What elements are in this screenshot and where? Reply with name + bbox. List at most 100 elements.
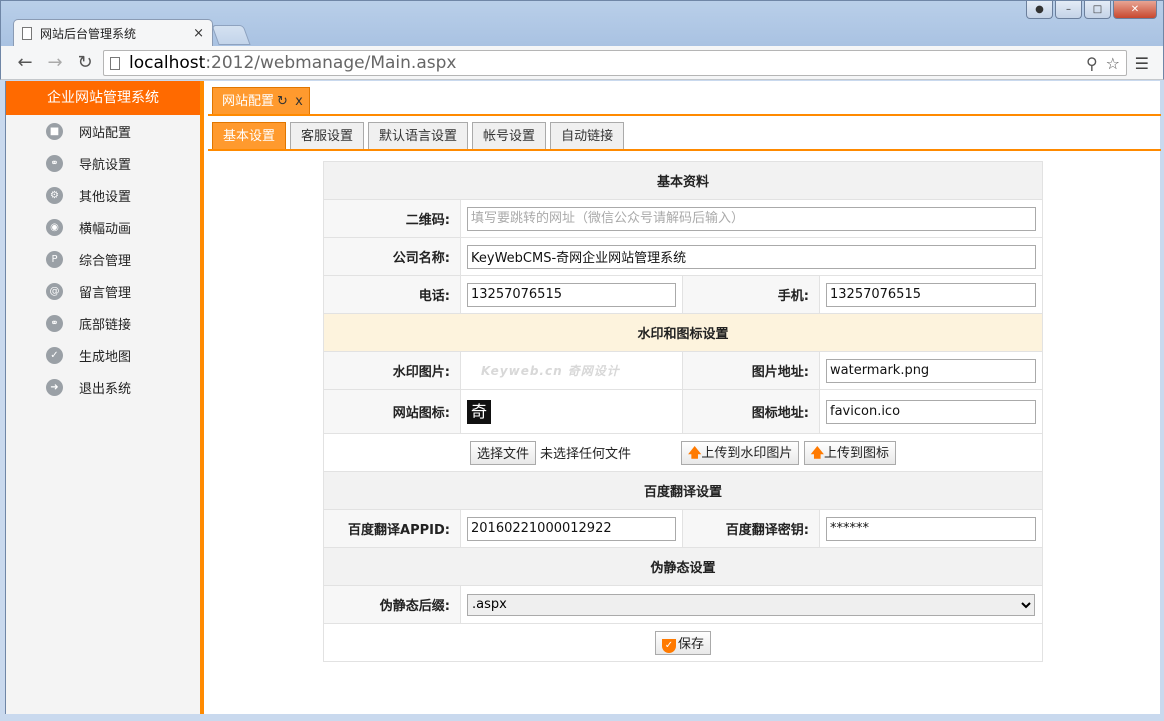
tab-account[interactable]: 帐号设置 xyxy=(472,122,547,149)
page-tabs: 网站配置 ↻ x xyxy=(208,81,1161,116)
sidebar-item-label: 导航设置 xyxy=(79,157,132,173)
camera-icon: ◉ xyxy=(46,218,63,236)
mobile-input[interactable] xyxy=(826,282,1036,307)
section-heading: 基本资料 xyxy=(323,161,1043,200)
key-icon[interactable]: ⚲ xyxy=(1086,54,1098,73)
sidebar-item-site-config[interactable]: ■ 网站配置 xyxy=(6,115,200,147)
browser-titlebar: 网站后台管理系统 × ● – □ ✕ xyxy=(0,0,1164,47)
mobile-label: 手机: xyxy=(682,275,820,314)
sidebar-item-label: 留言管理 xyxy=(79,285,132,301)
appid-input[interactable] xyxy=(467,516,676,541)
star-icon[interactable]: ☆ xyxy=(1106,54,1120,73)
back-icon[interactable]: ← xyxy=(13,51,37,75)
phone-label: 电话: xyxy=(323,275,461,314)
icon-address-input[interactable] xyxy=(826,399,1036,424)
watermark-image: Keyweb.cn 奇网设计 xyxy=(481,364,620,378)
window-bottom-border xyxy=(0,714,1164,721)
upload-icon-button[interactable]: 🡅上传到图标 xyxy=(803,440,896,465)
sidebar-item-label: 横幅动画 xyxy=(79,221,132,237)
button-label: 上传到图标 xyxy=(823,445,889,461)
tab-customer-service[interactable]: 客服设置 xyxy=(290,122,365,149)
appid-label: 百度翻译APPID: xyxy=(323,509,461,548)
minimize-button[interactable]: – xyxy=(1055,1,1082,19)
sidebar-item-nav[interactable]: ⚭ 导航设置 xyxy=(6,147,200,179)
image-address-input[interactable] xyxy=(826,358,1036,383)
sidebar-item-logout[interactable]: ➜ 退出系统 xyxy=(6,371,200,403)
suffix-label: 伪静态后缀: xyxy=(323,585,461,624)
upload-watermark-button[interactable]: 🡅上传到水印图片 xyxy=(681,440,800,465)
shield-icon: ✓ xyxy=(661,638,676,653)
section-heading: 百度翻译设置 xyxy=(323,471,1043,510)
sidebar-item-footer-links[interactable]: ⚭ 底部链接 xyxy=(6,307,200,339)
upload-arrow-icon: 🡅 xyxy=(810,445,824,461)
sidebar-item-other[interactable]: ⚙ 其他设置 xyxy=(6,179,200,211)
sidebar-item-general[interactable]: P 综合管理 xyxy=(6,243,200,275)
tab-site-config[interactable]: 网站配置 ↻ x xyxy=(212,87,310,114)
save-row: ✓ 保存 xyxy=(323,623,1043,662)
sidebar-title: 企业网站管理系统 xyxy=(6,81,200,115)
settings-icon: ■ xyxy=(46,122,63,140)
menu-icon[interactable]: ☰ xyxy=(1135,54,1149,73)
settings-form: 基本资料 二维码: 公司名称: 电话: 手机: 水印和图标设置 水印图片: xyxy=(323,161,1043,662)
section-heading: 水印和图标设置 xyxy=(323,313,1043,352)
sidebar-item-label: 综合管理 xyxy=(79,253,132,269)
favicon-label: 网站图标: xyxy=(323,389,461,434)
tab-basic-settings[interactable]: 基本设置 xyxy=(212,122,287,149)
window-controls: ● – □ ✕ xyxy=(1026,1,1157,19)
url-host: localhost xyxy=(129,53,206,73)
favicon-image: 奇 xyxy=(467,399,491,424)
close-icon[interactable]: x xyxy=(295,94,303,109)
company-input[interactable] xyxy=(467,244,1036,269)
sidebar-item-label: 生成地图 xyxy=(79,349,132,365)
maximize-button[interactable]: □ xyxy=(1084,1,1111,19)
page-icon xyxy=(110,56,120,70)
sidebar-item-label: 退出系统 xyxy=(79,381,132,397)
section-heading: 伪静态设置 xyxy=(323,547,1043,586)
browser-tab-title: 网站后台管理系统 xyxy=(40,27,137,41)
secret-input[interactable] xyxy=(826,516,1036,541)
check-icon: ✓ xyxy=(46,346,63,364)
button-label: 上传到水印图片 xyxy=(701,445,793,461)
tab-default-language[interactable]: 默认语言设置 xyxy=(368,122,469,149)
tab-auto-link[interactable]: 自动链接 xyxy=(550,122,625,149)
button-label: 保存 xyxy=(677,636,704,652)
reload-icon[interactable]: ↻ xyxy=(73,51,97,75)
app-frame: 企业网站管理系统 ■ 网站配置 ⚭ 导航设置 ⚙ 其他设置 ◉ 横幅动画 P 综… xyxy=(5,81,1161,714)
refresh-icon[interactable]: ↻ xyxy=(277,94,288,109)
sidebar-item-label: 其他设置 xyxy=(79,189,132,205)
url-path: :2012/webmanage/Main.aspx xyxy=(205,53,457,73)
sidebar-item-label: 网站配置 xyxy=(79,125,132,141)
secret-label: 百度翻译密钥: xyxy=(682,509,820,548)
phone-input[interactable] xyxy=(467,282,676,307)
new-tab-button[interactable] xyxy=(211,25,251,45)
address-bar[interactable]: localhost:2012/webmanage/Main.aspx ⚲ ☆ xyxy=(103,50,1127,76)
sidebar: 企业网站管理系统 ■ 网站配置 ⚭ 导航设置 ⚙ 其他设置 ◉ 横幅动画 P 综… xyxy=(6,81,204,714)
watermark-label: 水印图片: xyxy=(323,351,461,390)
save-button[interactable]: ✓ 保存 xyxy=(654,630,711,655)
sidebar-item-messages[interactable]: @ 留言管理 xyxy=(6,275,200,307)
divider xyxy=(208,149,1161,151)
close-button[interactable]: ✕ xyxy=(1113,1,1157,19)
qrcode-input[interactable] xyxy=(467,206,1036,231)
arrow-right-icon: ➜ xyxy=(46,378,63,396)
company-label: 公司名称: xyxy=(323,237,461,276)
qrcode-label: 二维码: xyxy=(323,199,461,238)
sub-tabs: 基本设置 客服设置 默认语言设置 帐号设置 自动链接 xyxy=(212,122,625,149)
page-icon xyxy=(22,27,32,40)
sidebar-item-banner[interactable]: ◉ 横幅动画 xyxy=(6,211,200,243)
image-address-label: 图片地址: xyxy=(682,351,820,390)
forward-icon[interactable]: → xyxy=(43,51,67,75)
sidebar-item-sitemap[interactable]: ✓ 生成地图 xyxy=(6,339,200,371)
sidebar-item-label: 底部链接 xyxy=(79,317,132,333)
browser-tab[interactable]: 网站后台管理系统 × xyxy=(13,19,213,47)
choose-file-button[interactable]: 选择文件 xyxy=(470,440,537,465)
suffix-select[interactable]: .aspx xyxy=(467,593,1035,616)
no-file-text: 未选择任何文件 xyxy=(540,447,632,462)
icon-address-label: 图标地址: xyxy=(682,389,820,434)
tab-close-icon[interactable]: × xyxy=(193,26,204,41)
link-icon: ⚭ xyxy=(46,314,63,332)
p-icon: P xyxy=(46,250,63,268)
user-icon[interactable]: ● xyxy=(1026,1,1053,19)
tab-label: 网站配置 xyxy=(222,94,275,109)
browser-toolbar: ← → ↻ localhost:2012/webmanage/Main.aspx… xyxy=(0,46,1164,80)
